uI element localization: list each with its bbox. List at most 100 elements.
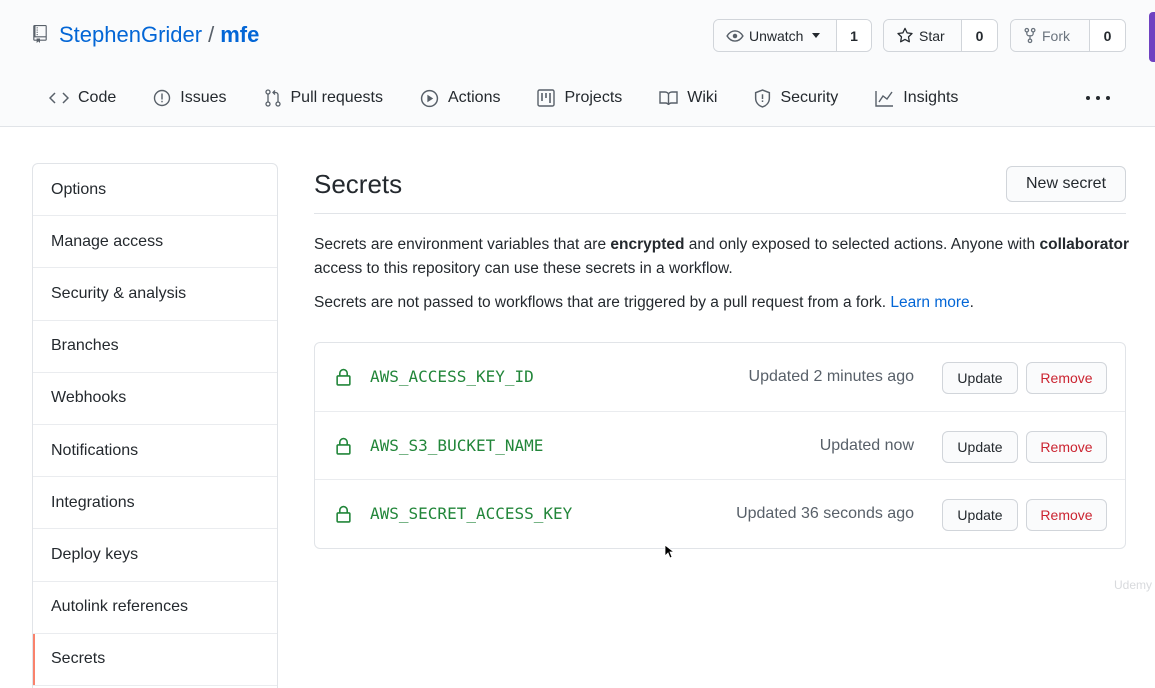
ellipsis-dot-icon xyxy=(1106,96,1110,100)
sidebar-item-webhooks[interactable]: Webhooks xyxy=(33,373,277,425)
secret-name: AWS_SECRET_ACCESS_KEY xyxy=(370,504,573,523)
fork-icon xyxy=(1024,27,1036,44)
tab-pull-requests[interactable]: Pull requests xyxy=(264,88,384,108)
sidebar-item-branches[interactable]: Branches xyxy=(33,321,277,373)
sidebar-item-integrations[interactable]: Integrations xyxy=(33,477,277,530)
secret-row: AWS_SECRET_ACCESS_KEY Updated 36 seconds… xyxy=(315,480,1125,549)
watch-button-group: Unwatch 1 xyxy=(713,19,872,52)
secrets-description: Secrets are environment variables that a… xyxy=(314,233,1134,281)
lock-icon xyxy=(336,437,351,455)
desc-text-1: Secrets are environment variables that a… xyxy=(314,236,611,253)
graph-icon xyxy=(875,90,894,107)
project-icon xyxy=(537,89,556,107)
unwatch-button[interactable]: Unwatch xyxy=(714,20,836,51)
chevron-down-icon xyxy=(812,33,821,38)
stars-count[interactable]: 0 xyxy=(961,20,997,51)
shield-icon xyxy=(755,88,771,108)
tab-security-label: Security xyxy=(780,89,839,106)
book-icon xyxy=(659,91,678,106)
sidebar-item-security-analysis[interactable]: Security & analysis xyxy=(33,268,277,321)
play-icon xyxy=(420,89,439,107)
star-button-group: Star 0 xyxy=(883,19,998,52)
pull-request-icon xyxy=(264,89,281,107)
sidebar-item-autolink-references[interactable]: Autolink references xyxy=(33,582,277,634)
page-title: Secrets xyxy=(314,169,403,199)
tab-actions[interactable]: Actions xyxy=(420,89,500,108)
mouse-cursor-icon xyxy=(664,544,674,559)
eye-icon xyxy=(726,29,744,42)
settings-sidebar: Options Manage access Security & analysi… xyxy=(32,163,278,688)
tab-insights-label: Insights xyxy=(903,89,959,106)
fork-button[interactable]: Fork xyxy=(1011,20,1089,51)
unwatch-label: Unwatch xyxy=(749,27,804,44)
star-button[interactable]: Star xyxy=(884,20,961,51)
watch-group: Unwatch 1 xyxy=(713,19,872,52)
desc-bold-encrypted: encrypted xyxy=(610,236,685,253)
remove-secret-button[interactable]: Remove xyxy=(1026,430,1107,463)
ellipsis-dot-icon xyxy=(1086,96,1090,100)
tab-wiki-label: Wiki xyxy=(687,89,718,106)
fork-button-group: Fork 0 xyxy=(1010,19,1126,52)
secrets-header: Secrets New secret xyxy=(314,164,1126,214)
star-icon xyxy=(897,27,913,43)
desc-bold-collaborator: collaborator xyxy=(1039,236,1130,253)
update-secret-button[interactable]: Update xyxy=(942,362,1018,394)
secret-updated-time: Updated 2 minutes ago xyxy=(748,368,914,385)
repo-title: StephenGrider / mfe xyxy=(33,20,259,50)
tab-security[interactable]: Security xyxy=(754,88,839,108)
desc-text-2: and only exposed to selected actions. An… xyxy=(684,236,1040,253)
ellipsis-dot-icon xyxy=(1096,96,1100,100)
tab-projects[interactable]: Projects xyxy=(537,89,622,107)
repo-header: StephenGrider / mfe Unwatch 1 Star 0 For… xyxy=(0,0,1155,127)
secret-row: AWS_ACCESS_KEY_ID Updated 2 minutes ago … xyxy=(315,343,1125,412)
watermark: Udemy xyxy=(1114,578,1153,592)
secret-updated-time: Updated 36 seconds ago xyxy=(736,505,914,522)
update-secret-button[interactable]: Update xyxy=(942,430,1018,463)
lock-icon xyxy=(336,368,351,386)
secret-name: AWS_S3_BUCKET_NAME xyxy=(370,435,544,455)
fork-group: Fork 0 xyxy=(1010,19,1126,52)
fork-notice-end: . xyxy=(969,294,974,311)
sidebar-item-notifications[interactable]: Notifications xyxy=(33,425,277,478)
code-icon xyxy=(49,92,69,104)
tab-actions-label: Actions xyxy=(448,89,501,106)
fork-notice: Secrets are not passed to workflows that… xyxy=(314,291,1134,315)
sidebar-item-secrets[interactable]: Secrets xyxy=(33,633,277,686)
desc-text-3: access to this repository can use these … xyxy=(314,260,733,277)
secret-updated-time: Updated now xyxy=(819,436,914,454)
more-options-button[interactable] xyxy=(1086,88,1110,108)
tab-issues[interactable]: Issues xyxy=(153,89,227,107)
fork-notice-text: Secrets are not passed to workflows that… xyxy=(314,294,891,311)
star-label: Star xyxy=(919,27,945,44)
sidebar-item-manage-access[interactable]: Manage access xyxy=(33,216,277,269)
accent-edge xyxy=(1149,12,1155,62)
tab-pull-requests-label: Pull requests xyxy=(290,89,384,106)
secret-row: AWS_S3_BUCKET_NAME Updated now Update Re… xyxy=(315,412,1125,480)
watchers-count[interactable]: 1 xyxy=(836,20,871,51)
lock-icon xyxy=(336,505,351,523)
repo-owner-link[interactable]: StephenGrider xyxy=(59,22,202,48)
tab-code-label: Code xyxy=(78,89,117,106)
star-group: Star 0 xyxy=(883,19,998,52)
tab-issues-label: Issues xyxy=(180,89,227,106)
learn-more-link[interactable]: Learn more xyxy=(890,294,969,311)
sidebar-item-options[interactable]: Options xyxy=(33,164,277,217)
remove-secret-button[interactable]: Remove xyxy=(1026,362,1107,394)
tab-code[interactable]: Code xyxy=(49,89,116,107)
secret-name: AWS_ACCESS_KEY_ID xyxy=(370,367,534,386)
repo-name-link[interactable]: mfe xyxy=(220,22,259,48)
fork-label: Fork xyxy=(1042,27,1070,44)
secrets-list: AWS_ACCESS_KEY_ID Updated 2 minutes ago … xyxy=(314,342,1126,549)
remove-secret-button[interactable]: Remove xyxy=(1026,499,1107,531)
tab-insights[interactable]: Insights xyxy=(875,89,958,107)
tab-wiki[interactable]: Wiki xyxy=(659,89,717,107)
update-secret-button[interactable]: Update xyxy=(942,499,1018,531)
repo-separator: / xyxy=(208,22,215,47)
repo-nav: Code Issues Pull requests Actions Projec… xyxy=(33,78,995,118)
sidebar-item-deploy-keys[interactable]: Deploy keys xyxy=(33,529,277,582)
new-secret-button[interactable]: New secret xyxy=(1006,166,1126,202)
tab-projects-label: Projects xyxy=(564,89,623,106)
forks-count[interactable]: 0 xyxy=(1089,20,1125,51)
repo-icon xyxy=(33,25,49,45)
issue-icon xyxy=(154,89,171,107)
